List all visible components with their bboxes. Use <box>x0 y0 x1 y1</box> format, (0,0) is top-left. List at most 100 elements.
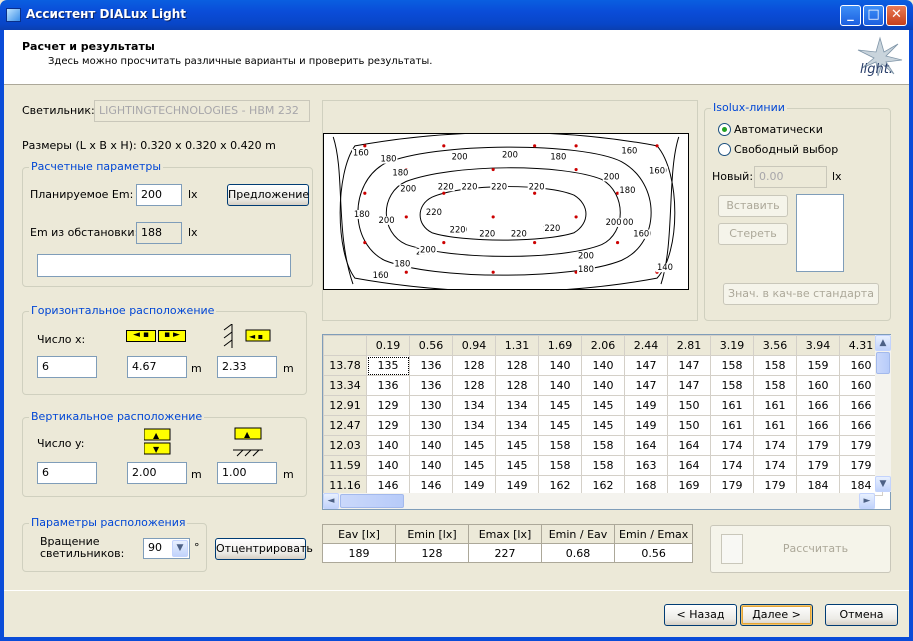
grid-cell[interactable]: 140 <box>409 455 453 476</box>
maximize-button[interactable]: □ <box>863 5 884 26</box>
grid-cell[interactable]: 166 <box>796 395 840 416</box>
grid-cell[interactable]: 147 <box>624 355 668 376</box>
grid-cell[interactable]: 128 <box>495 375 539 396</box>
grid-cell[interactable]: 147 <box>667 375 711 396</box>
new-value-input[interactable]: 0.00 <box>754 166 827 188</box>
grid-cell[interactable]: 140 <box>538 355 582 376</box>
grid-cell[interactable]: 136 <box>409 375 453 396</box>
scroll-up-icon[interactable]: ▲ <box>875 335 891 351</box>
grid-cell[interactable]: 149 <box>624 415 668 436</box>
grid-cell[interactable]: 140 <box>581 375 625 396</box>
free-choice-radio[interactable] <box>718 143 731 156</box>
erase-button[interactable]: Стереть <box>718 223 788 245</box>
grid-cell[interactable]: 158 <box>710 375 754 396</box>
grid-cell[interactable]: 158 <box>710 355 754 376</box>
rotation-select[interactable]: 90 ▼ <box>143 538 190 559</box>
grid-cell[interactable]: 174 <box>753 435 797 456</box>
grid-cell[interactable]: 140 <box>581 355 625 376</box>
count-y-input[interactable]: 6 <box>37 462 97 484</box>
back-button[interactable]: < Назад <box>664 604 737 626</box>
grid-cell[interactable]: 164 <box>624 435 668 456</box>
scroll-left-icon[interactable]: ◄ <box>323 493 339 509</box>
grid-cell[interactable]: 174 <box>710 435 754 456</box>
grid-cell[interactable]: 128 <box>452 355 496 376</box>
grid-cell[interactable]: 145 <box>538 415 582 436</box>
grid-cell[interactable]: 140 <box>366 455 410 476</box>
grid-cell[interactable]: 150 <box>667 415 711 436</box>
grid-cell[interactable]: 134 <box>452 415 496 436</box>
grid-cell[interactable]: 134 <box>495 395 539 416</box>
grid-cell[interactable]: 166 <box>796 415 840 436</box>
grid-cell[interactable]: 147 <box>667 355 711 376</box>
grid-cell[interactable]: 163 <box>624 455 668 476</box>
grid-cell[interactable]: 160 <box>796 375 840 396</box>
close-button[interactable]: ✕ <box>886 5 907 26</box>
grid-cell[interactable]: 145 <box>452 455 496 476</box>
grid-cell[interactable]: 140 <box>538 375 582 396</box>
grid-cell[interactable]: 158 <box>538 455 582 476</box>
grid-cell[interactable]: 161 <box>710 415 754 436</box>
grid-cell[interactable]: 129 <box>366 415 410 436</box>
grid-cell[interactable]: 145 <box>495 435 539 456</box>
vertical-scrollbar[interactable]: ▲ ▼ <box>875 335 891 492</box>
grid-cell[interactable]: 130 <box>409 395 453 416</box>
suggest-button[interactable]: Предложение <box>227 184 309 206</box>
grid-cell[interactable]: 140 <box>409 435 453 456</box>
grid-cell[interactable]: 158 <box>538 435 582 456</box>
grid-cell[interactable]: 145 <box>538 395 582 416</box>
grid-cell[interactable]: 158 <box>753 355 797 376</box>
insert-button[interactable]: Вставить <box>718 195 788 217</box>
grid-cell[interactable]: 158 <box>581 435 625 456</box>
grid-cell[interactable]: 150 <box>667 395 711 416</box>
grid-cell[interactable]: 135 <box>366 355 410 376</box>
edge-x-input[interactable]: 2.33 <box>217 356 277 378</box>
count-x-input[interactable]: 6 <box>37 356 97 378</box>
edge-y-input[interactable]: 1.00 <box>217 462 277 484</box>
grid-cell[interactable]: 174 <box>710 455 754 476</box>
grid-cell[interactable]: 145 <box>495 455 539 476</box>
grid-cell[interactable]: 179 <box>796 435 840 456</box>
grid-cell[interactable]: 164 <box>667 455 711 476</box>
scroll-right-icon[interactable]: ► <box>859 493 875 509</box>
next-button[interactable]: Далее > <box>740 604 813 626</box>
grid-cell[interactable]: 130 <box>409 415 453 436</box>
grid-cell[interactable]: 161 <box>753 395 797 416</box>
grid-cell[interactable]: 134 <box>452 395 496 416</box>
grid-cell[interactable]: 145 <box>581 395 625 416</box>
grid-cell[interactable]: 158 <box>581 455 625 476</box>
calculate-button[interactable]: Рассчитать <box>710 525 891 573</box>
grid-cell[interactable]: 147 <box>624 375 668 396</box>
grid-cell[interactable]: 136 <box>409 355 453 376</box>
grid-cell[interactable]: 161 <box>710 395 754 416</box>
vertical-scroll-thumb[interactable] <box>876 352 890 374</box>
cancel-button[interactable]: Отмена <box>825 604 898 626</box>
grid-cell[interactable]: 145 <box>452 435 496 456</box>
grid-cell[interactable]: 134 <box>495 415 539 436</box>
chevron-down-icon[interactable]: ▼ <box>172 540 188 557</box>
minimize-button[interactable]: _ <box>840 5 861 26</box>
grid-cell[interactable]: 179 <box>796 455 840 476</box>
isolux-values-list[interactable] <box>796 194 844 272</box>
grid-cell[interactable]: 164 <box>667 435 711 456</box>
grid-cell[interactable]: 158 <box>753 375 797 396</box>
spacing-y-input[interactable]: 2.00 <box>127 462 187 484</box>
horizontal-scroll-thumb[interactable] <box>340 494 404 508</box>
grid-cell[interactable]: 128 <box>495 355 539 376</box>
grid-cell[interactable]: 128 <box>452 375 496 396</box>
horizontal-scrollbar[interactable]: ◄ ► <box>323 493 875 509</box>
planned-em-input[interactable]: 200 <box>136 184 182 206</box>
grid-cell[interactable]: 129 <box>366 395 410 416</box>
grid-cell[interactable]: 161 <box>753 415 797 436</box>
grid-cell[interactable]: 174 <box>753 455 797 476</box>
auto-radio[interactable] <box>718 123 731 136</box>
grid-cell[interactable]: 149 <box>624 395 668 416</box>
grid-cell[interactable]: 136 <box>366 375 410 396</box>
grid-cell[interactable]: 140 <box>366 435 410 456</box>
scroll-down-icon[interactable]: ▼ <box>875 476 891 492</box>
grid-cell[interactable]: 159 <box>796 355 840 376</box>
spacing-x-input[interactable]: 4.67 <box>127 356 187 378</box>
illuminance-grid[interactable]: 0.19 0.56 0.94 1.31 1.69 2.06 2.44 2.81 3.19 3.56… <box>322 334 891 510</box>
set-default-button[interactable]: Знач. в кач-ве стандарта <box>723 283 879 305</box>
grid-cell[interactable]: 145 <box>581 415 625 436</box>
center-button[interactable]: Отцентрировать <box>215 538 313 560</box>
